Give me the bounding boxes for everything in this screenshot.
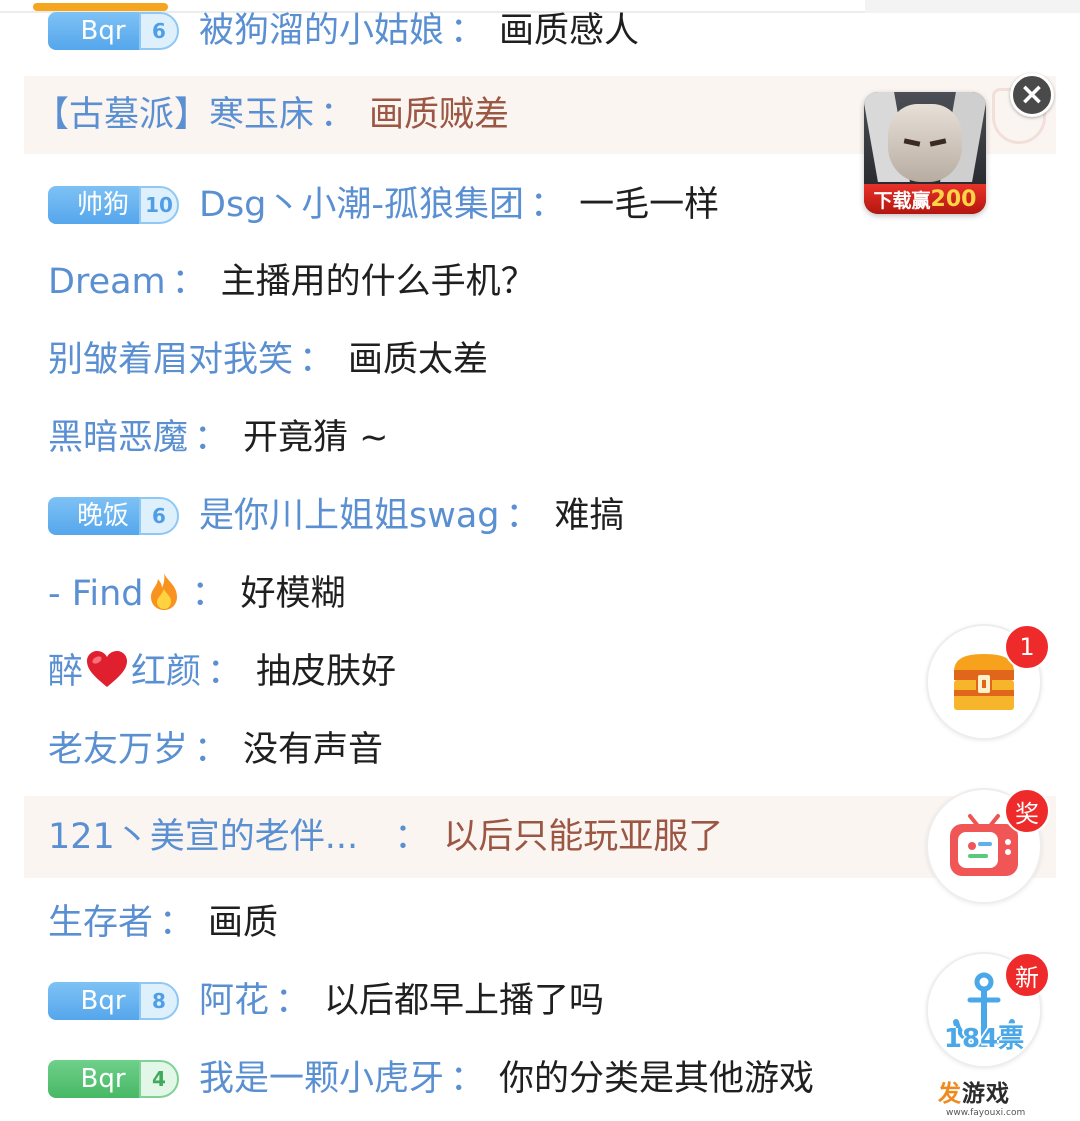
fan-badge[interactable]: 晚饭 6 <box>48 497 179 535</box>
fire-emoji-icon <box>147 571 181 618</box>
chat-text: 画质贼差 <box>369 94 510 135</box>
chat-colon: ： <box>320 94 356 135</box>
chat-username[interactable]: Dream <box>48 264 166 300</box>
chat-text: 画质 <box>208 902 279 943</box>
chat-username[interactable]: 黑暗恶魔 <box>48 420 188 456</box>
chat-colon: ： <box>191 573 227 614</box>
fan-badge-level: 4 <box>139 1060 179 1098</box>
chat-message[interactable]: 醉 红颜 ： 抽皮肤好 <box>24 633 1056 711</box>
chat-colon: ： <box>207 651 243 692</box>
chat-username[interactable]: 是你川上姐姐swag <box>199 498 500 534</box>
watermark-url: www.fayouxi.com <box>946 1108 1026 1118</box>
close-icon[interactable]: × <box>1010 73 1054 117</box>
chat-message-highlighted[interactable]: 121丶美宣的老伴... ： 以后只能玩亚服了 <box>24 796 1056 878</box>
chat-username[interactable]: 别皱着眉对我笑 <box>48 342 293 378</box>
chat-text: 抽皮肤好 <box>256 651 397 692</box>
chat-text: 一毛一样 <box>579 184 720 225</box>
fan-badge-level: 8 <box>139 982 179 1020</box>
chat-username[interactable]: 生存者 <box>48 905 153 941</box>
chat-message[interactable]: 别皱着眉对我笑 ： 画质太差 <box>24 321 1056 399</box>
ad-download-amount: 200 <box>930 186 977 212</box>
fan-badge[interactable]: Bqr 8 <box>48 982 179 1020</box>
chat-colon: ： <box>450 1058 486 1099</box>
chat-username[interactable]: 【古墓派】寒玉床 <box>34 97 314 133</box>
chat-username[interactable]: 老友万岁 <box>48 732 188 768</box>
chat-message[interactable]: 黑暗恶魔 ： 开竟猜 ~ <box>24 399 1056 477</box>
chat-text: 开竟猜 ~ <box>243 417 389 458</box>
watermark-logo: 发游戏 <box>938 1081 1010 1107</box>
chat-text: 好模糊 <box>240 573 346 614</box>
chat-message[interactable]: 老友万岁 ： 没有声音 <box>24 711 1056 789</box>
chest-count-badge: 1 <box>1004 624 1050 670</box>
chat-colon: ： <box>530 184 566 225</box>
chat-text: 主播用的什么手机？ <box>220 261 536 302</box>
chat-colon: ： <box>450 10 486 51</box>
fan-badge-level: 10 <box>139 186 179 224</box>
chat-colon: ： <box>171 261 207 302</box>
treasure-chest-button[interactable]: 1 <box>926 624 1050 740</box>
fan-badge[interactable]: Bqr 4 <box>48 1060 179 1098</box>
fan-badge-level: 6 <box>139 497 179 535</box>
chat-text: 难搞 <box>554 495 625 536</box>
game-character-image <box>888 104 962 182</box>
new-badge: 新 <box>1004 952 1050 998</box>
chat-message[interactable]: Bqr 4 我是一颗小虎牙 ： 你的分类是其他游戏 <box>24 1040 1056 1118</box>
chat-text: 你的分类是其他游戏 <box>499 1058 815 1099</box>
chat-colon: ： <box>394 816 430 857</box>
game-ad-card[interactable]: 下载赢 200 <box>864 92 986 214</box>
fan-badge[interactable]: Bqr 6 <box>48 12 179 50</box>
chat-message[interactable]: 生存者 ： 画质 <box>24 884 1056 962</box>
anchor-vote-button[interactable]: 184票 新 <box>926 952 1050 1068</box>
chat-message[interactable]: 晚饭 6 是你川上姐姐swag ： 难搞 <box>24 477 1056 555</box>
chat-colon: ： <box>159 902 195 943</box>
chat-message[interactable]: Bqr 8 阿花 ： 以后都早上播了吗 <box>24 962 1056 1040</box>
chat-username-prefix[interactable]: 醉 <box>48 654 83 690</box>
chat-message[interactable]: Bqr 6 被狗溜的小姑娘 ： 画质感人 <box>24 0 1056 70</box>
reward-badge: 奖 <box>1004 788 1050 834</box>
chat-text: 没有声音 <box>243 729 384 770</box>
heart-emoji-icon <box>85 649 129 696</box>
chat-text: 以后只能玩亚服了 <box>443 816 724 857</box>
anchor-votes-count: 184票 <box>943 1024 1025 1054</box>
chat-colon: ： <box>194 729 230 770</box>
chat-text: 画质感人 <box>499 10 640 51</box>
chat-username[interactable]: 被狗溜的小姑娘 <box>199 13 444 49</box>
chat-text: 以后都早上播了吗 <box>324 980 605 1021</box>
chat-colon: ： <box>299 339 335 380</box>
chat-username-suffix[interactable]: 红颜 <box>131 654 201 690</box>
chat-username[interactable]: - Find <box>48 576 143 612</box>
chat-username[interactable]: 阿花 <box>199 983 269 1019</box>
chat-text: 画质太差 <box>348 339 489 380</box>
chat-message[interactable]: - Find ： 好模糊 <box>24 555 1056 633</box>
chat-colon: ： <box>275 980 311 1021</box>
live-chat-screen: Bqr 6 被狗溜的小姑娘 ： 画质感人 【古墓派】寒玉床 ： 画质贼差 帅狗 … <box>0 0 1080 1121</box>
ad-download-label: 下载赢 <box>873 189 931 212</box>
chat-message[interactable]: Dream ： 主播用的什么手机？ <box>24 243 1056 321</box>
fan-badge[interactable]: 帅狗 10 <box>48 186 179 224</box>
chat-username[interactable]: 121丶美宣的老伴... <box>48 819 358 855</box>
fan-badge-level: 6 <box>139 12 179 50</box>
chat-colon: ： <box>505 495 541 536</box>
chat-username[interactable]: Dsg丶小潮-孤狼集团 <box>199 187 524 223</box>
tv-reward-button[interactable]: 奖 <box>926 788 1050 904</box>
ad-download-bar[interactable]: 下载赢 200 <box>864 184 986 214</box>
site-watermark: 发游戏 www.fayouxi.com <box>938 1074 1038 1118</box>
chat-username[interactable]: 我是一颗小虎牙 <box>199 1061 444 1097</box>
chat-colon: ： <box>194 417 230 458</box>
